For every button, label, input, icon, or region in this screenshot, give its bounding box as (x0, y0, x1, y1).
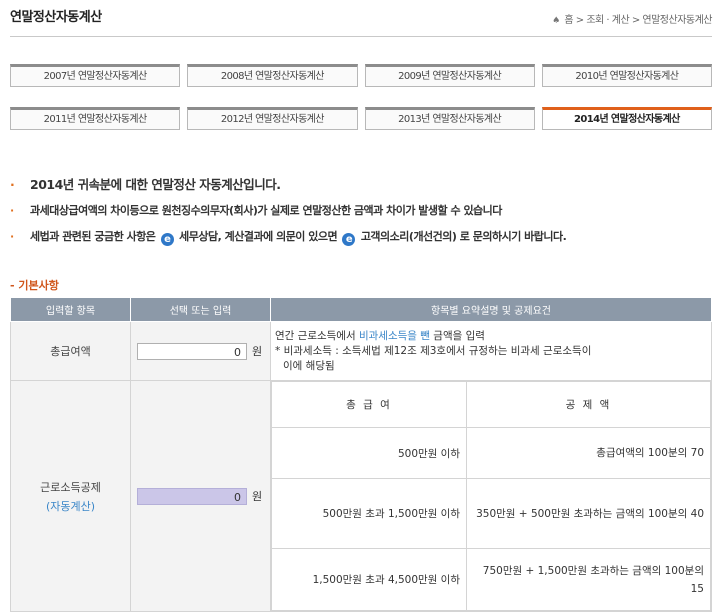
col-header: 입력할 항목 (10, 297, 131, 322)
deduction-table: 총 급 여 공 제 액 500만원 이하 총급여액의 100분의 70 500만… (271, 381, 711, 611)
notice-list: · 2014년 귀속분에 대한 연말정산 자동계산입니다. · 과세대상급여액의… (10, 178, 715, 256)
inner-header: 공 제 액 (466, 381, 711, 428)
breadcrumb-home[interactable]: 홈 (564, 15, 573, 26)
year-tabs-row-1: 2007년 연말정산자동계산 2008년 연말정산자동계산 2009년 연말정산… (10, 64, 712, 87)
tax-consult-link[interactable]: 세무상담, (179, 230, 222, 243)
table-row: 1,500만원 초과 4,500만원 이하 750만원 + 1,500만원 초과… (271, 548, 711, 611)
table-row: 500만원 이하 총급여액의 100분의 70 (271, 427, 711, 479)
bullet-icon: · (10, 204, 14, 217)
table-row: 총급여액 0원 연간 근로소득에서 비과세소득을 뺀 금액을 입력 * 비과세소… (10, 321, 712, 381)
tab-2010[interactable]: 2010년 연말정산자동계산 (541, 64, 712, 87)
desc-text: * 비과세소득 : 소득세법 제12조 제3호에서 규정하는 비과세 근로소득이 (275, 344, 592, 357)
row-label-total-salary: 총급여액 (10, 321, 131, 381)
notice-text: 세법과 관련된 궁금한 사항은 (30, 230, 156, 243)
notice-item: · 과세대상급여액의 차이등으로 원천징수의무자(회사)가 실제로 연말정산한 … (10, 204, 715, 230)
col-header: 선택 또는 입력 (130, 297, 271, 322)
desc-highlight: 비과세소득을 뺀 (358, 329, 430, 342)
unit-label: 원 (252, 490, 263, 503)
notice-text: 계산결과에 의문이 있으면 (224, 230, 338, 243)
notice-text: 로 문의하시기 바랍니다. (459, 230, 567, 243)
table-header-row: 입력할 항목 선택 또는 입력 항목별 요약설명 및 공제요건 (10, 297, 712, 322)
table-row: 근로소득공제 (자동계산) 0원 총 급 여 공 제 액 500만원 이하 총급… (10, 380, 712, 612)
income-deduction-output: 0 (137, 487, 247, 505)
label-text: 근로소득공제 (40, 480, 101, 494)
unit-label: 원 (252, 345, 263, 358)
breadcrumb: ♠ 홈 > 조회 · 계산 > 연말정산자동계산 (552, 11, 712, 26)
col-header: 항목별 요약설명 및 공제요건 (270, 297, 712, 322)
salary-range: 500만원 초과 1,500만원 이하 (271, 478, 467, 549)
page-title: 연말정산자동계산 (10, 10, 102, 25)
year-tabs-row-2: 2011년 연말정산자동계산 2012년 연말정산자동계산 2013년 연말정산… (10, 107, 712, 130)
deduction-amount: 750만원 + 1,500만원 초과하는 금액의 100분의 15 (466, 548, 711, 611)
notice-item: · 세법과 관련된 궁금한 사항은 e 세무상담, 계산결과에 의문이 있으면 … (10, 230, 715, 256)
auto-calc-label: (자동계산) (45, 499, 96, 513)
salary-range: 500만원 이하 (271, 427, 467, 479)
ie-icon[interactable]: e (160, 233, 174, 246)
tab-2011[interactable]: 2011년 연말정산자동계산 (10, 107, 181, 130)
tab-2008[interactable]: 2008년 연말정산자동계산 (187, 64, 358, 87)
deduction-amount: 350만원 + 500만원 초과하는 금액의 100분의 40 (466, 478, 711, 549)
deduction-amount: 총급여액의 100분의 70 (466, 427, 711, 479)
description-cell: 연간 근로소득에서 비과세소득을 뺀 금액을 입력 * 비과세소득 : 소득세법… (270, 321, 712, 381)
tab-2009[interactable]: 2009년 연말정산자동계산 (364, 64, 535, 87)
customer-voice-link[interactable]: 고객의소리(개선건의) (361, 230, 457, 243)
total-salary-input[interactable]: 0 (137, 342, 247, 360)
desc-text: 이에 해당됨 (283, 359, 335, 372)
header-divider (10, 36, 712, 37)
bullet-icon: · (10, 230, 14, 243)
ie-icon[interactable]: e (342, 233, 356, 246)
notice-text: 2014년 귀속분에 대한 연말정산 자동계산입니다. (30, 177, 281, 192)
desc-text: 금액을 입력 (433, 329, 485, 342)
home-icon[interactable]: ♠ (552, 16, 560, 26)
input-cell: 0원 (130, 380, 271, 612)
deduction-table-cell: 총 급 여 공 제 액 500만원 이하 총급여액의 100분의 70 500만… (270, 380, 712, 612)
tab-2013[interactable]: 2013년 연말정산자동계산 (364, 107, 535, 130)
notice-text: 과세대상급여액의 차이등으로 원천징수의무자(회사)가 실제로 연말정산한 금액… (30, 204, 502, 217)
notice-item: · 2014년 귀속분에 대한 연말정산 자동계산입니다. (10, 178, 715, 204)
inner-header: 총 급 여 (271, 381, 467, 428)
basic-info-table: 입력할 항목 선택 또는 입력 항목별 요약설명 및 공제요건 총급여액 0원 … (10, 297, 712, 612)
tab-2012[interactable]: 2012년 연말정산자동계산 (187, 107, 358, 130)
table-row: 500만원 초과 1,500만원 이하 350만원 + 500만원 초과하는 금… (271, 478, 711, 549)
section-title: - 기본사항 (10, 279, 59, 292)
bullet-icon: · (10, 177, 15, 192)
salary-range: 1,500만원 초과 4,500만원 이하 (271, 548, 467, 611)
tab-2007[interactable]: 2007년 연말정산자동계산 (10, 64, 181, 87)
row-label-income-deduction: 근로소득공제 (자동계산) (10, 380, 131, 612)
input-cell: 0원 (130, 321, 271, 381)
desc-text: 연간 근로소득에서 (275, 329, 356, 342)
breadcrumb-path[interactable]: > 조회 · 계산 > 연말정산자동계산 (576, 15, 713, 26)
tab-2014[interactable]: 2014년 연말정산자동계산 (541, 107, 712, 130)
